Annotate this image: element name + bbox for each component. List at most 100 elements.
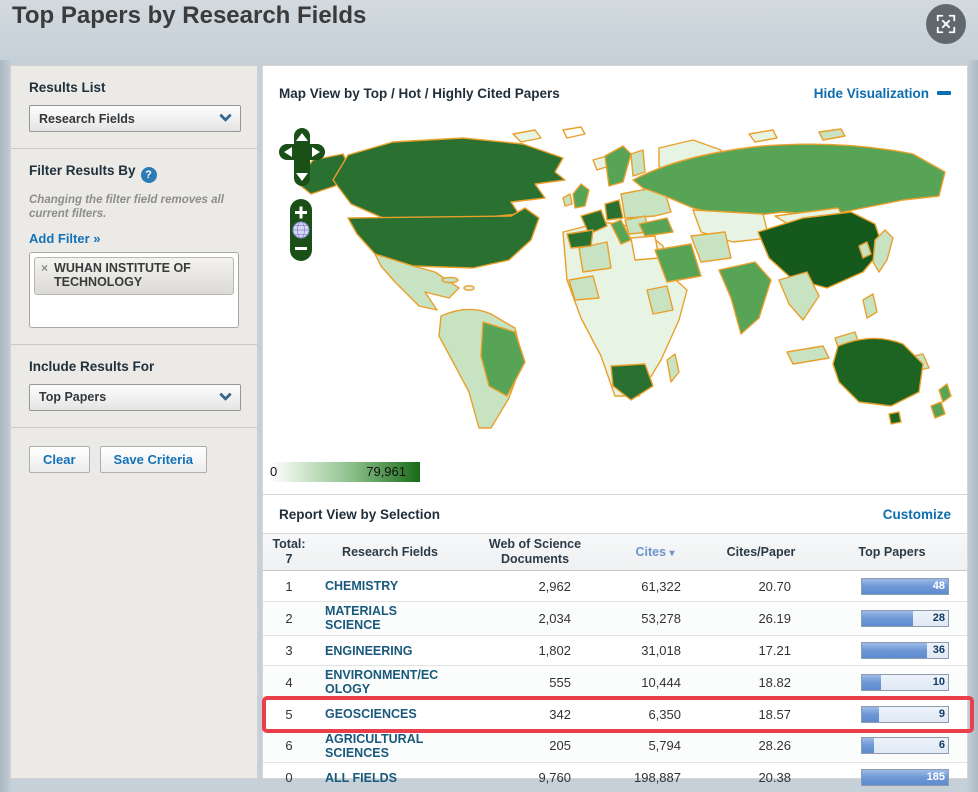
research-field-link[interactable]: CHEMISTRY bbox=[325, 579, 398, 593]
map-region-canada[interactable] bbox=[332, 137, 566, 219]
column-header-top-papers[interactable]: Top Papers bbox=[817, 545, 967, 560]
fullscreen-button[interactable] bbox=[926, 4, 966, 44]
map-region[interactable] bbox=[512, 129, 542, 143]
report-view-header: Report View by Selection Customize bbox=[263, 495, 967, 533]
map-view-header: Map View by Top / Hot / Highly Cited Pap… bbox=[263, 66, 967, 120]
filter-chip[interactable]: × WUHAN INSTITUTE OF TECHNOLOGY bbox=[34, 256, 234, 295]
map-region-iran[interactable] bbox=[690, 231, 732, 263]
map-region[interactable] bbox=[630, 235, 660, 261]
cites-value: 61,322 bbox=[641, 578, 681, 594]
report-view-title: Report View by Selection bbox=[279, 506, 441, 522]
wos-documents-value: 555 bbox=[549, 674, 571, 690]
title-bar: Top Papers by Research Fields bbox=[0, 0, 978, 60]
column-header-cites[interactable]: Cites ▾ bbox=[605, 545, 705, 560]
map-view-title: Map View by Top / Hot / Highly Cited Pap… bbox=[279, 85, 560, 101]
sidebar: Results List Research Fields Filter Resu… bbox=[10, 65, 258, 779]
cites-value: 31,018 bbox=[641, 642, 681, 658]
table-row: 5 GEOSCIENCES 342 6,350 18.57 9 bbox=[262, 695, 974, 733]
add-filter-link[interactable]: Add Filter » bbox=[29, 231, 101, 246]
map-region-madagascar[interactable] bbox=[666, 353, 680, 383]
cites-per-paper-value: 26.19 bbox=[758, 610, 791, 626]
filter-note: Changing the filter field removes all cu… bbox=[29, 194, 224, 221]
map-region-spain[interactable] bbox=[566, 229, 594, 249]
filter-section: Filter Results By? Changing the filter f… bbox=[11, 149, 257, 345]
map-region[interactable] bbox=[568, 275, 600, 301]
row-rank: 1 bbox=[285, 578, 293, 594]
table-row: 1 CHEMISTRY 2,962 61,322 20.70 48 bbox=[263, 571, 967, 601]
row-rank: 4 bbox=[285, 674, 293, 690]
column-header-cites-per-paper[interactable]: Cites/Paper bbox=[705, 545, 817, 560]
row-rank: 6 bbox=[285, 738, 293, 754]
pan-control[interactable] bbox=[279, 128, 325, 188]
include-results-section: Include Results For Top Papers bbox=[11, 345, 257, 428]
row-rank: 3 bbox=[285, 642, 293, 658]
wos-documents-value: 9,760 bbox=[538, 770, 571, 786]
map-region[interactable] bbox=[441, 276, 459, 284]
research-field-link[interactable]: ENGINEERING bbox=[325, 644, 413, 658]
save-criteria-button[interactable]: Save Criteria bbox=[99, 445, 208, 473]
top-papers-value: 6 bbox=[938, 739, 945, 752]
hide-visualization-link[interactable]: Hide Visualization bbox=[814, 86, 951, 101]
clear-button[interactable]: Clear bbox=[29, 445, 90, 473]
help-icon[interactable]: ? bbox=[140, 167, 157, 183]
top-papers-bar-fill bbox=[862, 674, 881, 690]
research-field-link[interactable]: ENVIRONMENT/ECOLOGY bbox=[325, 668, 447, 697]
filter-box: × WUHAN INSTITUTE OF TECHNOLOGY bbox=[29, 251, 239, 328]
research-field-link[interactable]: ALL FIELDS bbox=[325, 771, 397, 785]
top-papers-value: 10 bbox=[932, 675, 945, 688]
zoom-control[interactable] bbox=[290, 199, 314, 261]
table-header-row: Total: 7 Research Fields Web of Science … bbox=[263, 533, 967, 571]
top-papers-value: 48 bbox=[932, 579, 945, 592]
zoom-out-icon bbox=[295, 247, 307, 250]
choropleth-map[interactable] bbox=[263, 120, 967, 452]
map-region-germany[interactable] bbox=[604, 199, 624, 221]
include-results-dropdown[interactable]: Top Papers bbox=[29, 383, 241, 411]
top-papers-bar: 28 bbox=[861, 609, 949, 627]
cites-value: 5,794 bbox=[648, 738, 681, 754]
map-region-new-zealand[interactable] bbox=[938, 383, 952, 403]
table-row: 2 MATERIALS SCIENCE 2,034 53,278 26.19 2… bbox=[263, 601, 967, 635]
wos-documents-value: 342 bbox=[549, 706, 571, 722]
filter-label: Filter Results By bbox=[29, 163, 136, 178]
research-field-link[interactable]: GEOSCIENCES bbox=[325, 707, 417, 721]
top-papers-bar: 10 bbox=[861, 673, 949, 691]
map-region[interactable] bbox=[818, 128, 846, 141]
cites-value: 198,887 bbox=[634, 770, 681, 786]
sort-arrow-icon: ▾ bbox=[669, 547, 675, 559]
map-region-ireland[interactable] bbox=[562, 193, 573, 207]
research-field-link[interactable]: AGRICULTURAL SCIENCES bbox=[325, 732, 447, 761]
top-papers-bar-fill bbox=[862, 642, 928, 658]
map-region-indonesia[interactable] bbox=[786, 345, 830, 365]
include-results-value: Top Papers bbox=[39, 390, 107, 405]
table-row: 3 ENGINEERING 1,802 31,018 17.21 36 bbox=[263, 634, 967, 665]
wos-documents-value: 2,962 bbox=[538, 578, 571, 594]
cites-per-paper-value: 20.70 bbox=[758, 578, 791, 594]
top-papers-value: 36 bbox=[932, 643, 945, 656]
column-header-wos-documents[interactable]: Web of Science Documents bbox=[465, 537, 605, 567]
map-region[interactable] bbox=[748, 129, 778, 143]
map-region-philippines[interactable] bbox=[862, 293, 878, 319]
customize-link[interactable]: Customize bbox=[883, 507, 951, 522]
map-region-tasmania[interactable] bbox=[888, 411, 902, 425]
map-region-new-zealand[interactable] bbox=[930, 401, 946, 419]
wos-documents-value: 1,802 bbox=[538, 642, 571, 658]
remove-filter-icon[interactable]: × bbox=[41, 261, 48, 277]
table-row: 6 AGRICULTURAL SCIENCES 205 5,794 28.26 … bbox=[263, 728, 967, 763]
map-region-usa[interactable] bbox=[347, 207, 540, 269]
results-list-section: Results List Research Fields bbox=[11, 66, 257, 149]
world-map[interactable] bbox=[263, 120, 967, 452]
column-header-research-fields[interactable]: Research Fields bbox=[315, 545, 465, 560]
map-region[interactable] bbox=[463, 285, 475, 291]
map-region-india[interactable] bbox=[718, 261, 772, 335]
map-region-australia[interactable] bbox=[832, 337, 924, 407]
map-region-uk[interactable] bbox=[572, 183, 590, 209]
results-list-dropdown[interactable]: Research Fields bbox=[29, 105, 241, 132]
chevron-down-icon bbox=[219, 109, 232, 123]
top-papers-value: 9 bbox=[938, 707, 945, 720]
cites-value: 10,444 bbox=[641, 674, 681, 690]
map-region-finland[interactable] bbox=[630, 149, 646, 177]
cites-per-paper-value: 18.57 bbox=[758, 706, 791, 722]
map-region[interactable] bbox=[562, 126, 586, 139]
map-region-scandinavia[interactable] bbox=[604, 145, 632, 187]
research-field-link[interactable]: MATERIALS SCIENCE bbox=[325, 604, 447, 633]
